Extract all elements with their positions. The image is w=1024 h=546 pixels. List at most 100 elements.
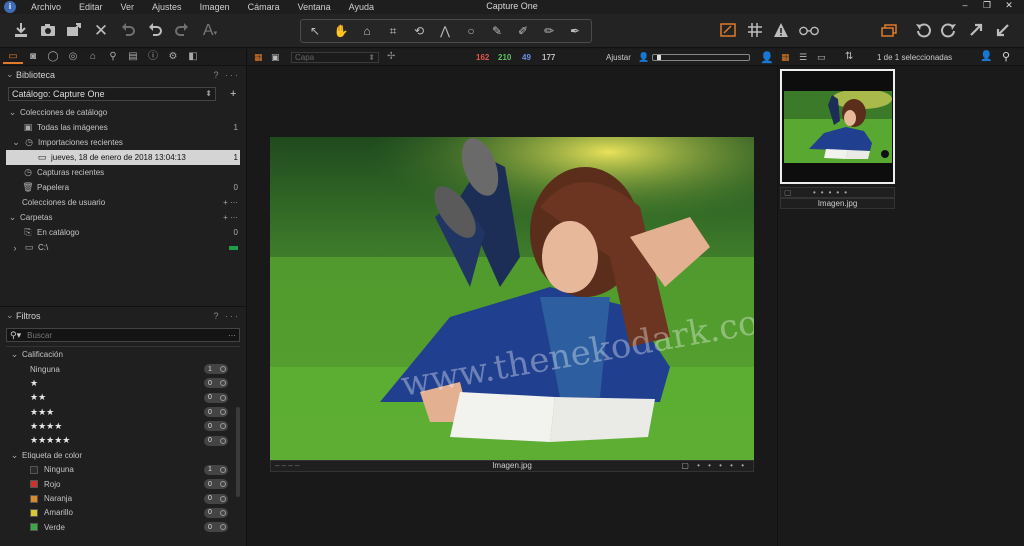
redo-icon[interactable] bbox=[173, 22, 191, 40]
crop-icon[interactable]: ⌗ bbox=[385, 23, 401, 39]
collection-trash[interactable]: 🗑 Papelera 0 bbox=[0, 180, 246, 195]
rotate-undo-icon[interactable] bbox=[119, 22, 137, 40]
menu-editar[interactable]: Editar bbox=[70, 2, 112, 12]
rating-dashes[interactable]: – – – – bbox=[275, 461, 299, 471]
search-icon[interactable]: ⚲ bbox=[1002, 50, 1010, 63]
output-icon[interactable]: ◧ bbox=[183, 50, 203, 64]
main-photo[interactable]: www.thenekodark.com bbox=[270, 137, 754, 460]
export-icon[interactable] bbox=[65, 22, 83, 40]
checkbox-icon[interactable]: ▢ bbox=[784, 188, 792, 197]
rotate-icon[interactable]: ⟲ bbox=[411, 23, 427, 39]
warning-icon[interactable] bbox=[772, 22, 790, 40]
collapse-icon[interactable] bbox=[994, 22, 1012, 40]
thumbnail-frame[interactable] bbox=[780, 69, 895, 184]
star-rating-dots[interactable]: ••••• bbox=[813, 188, 852, 197]
collection-recent-captures[interactable]: ◷ Capturas recientes bbox=[0, 165, 246, 180]
zoom-slider-thumb[interactable] bbox=[657, 55, 661, 60]
more-icon[interactable]: ··· bbox=[228, 331, 236, 340]
filter-count-toggle[interactable]: 0 bbox=[204, 378, 228, 389]
color-label-row[interactable]: Naranja 0 bbox=[0, 491, 246, 505]
thumbnail-image[interactable] bbox=[784, 91, 892, 163]
color-label-row[interactable]: Ninguna 1 bbox=[0, 463, 246, 477]
folder-icon[interactable]: ▭ bbox=[3, 50, 23, 64]
settings-icon[interactable]: ⚙ bbox=[163, 50, 183, 64]
brush-icon[interactable]: ✎ bbox=[489, 23, 505, 39]
loupe-icon[interactable]: ⌂ bbox=[359, 23, 375, 39]
catalog-collections-header[interactable]: ⌄ Colecciones de catálogo bbox=[0, 105, 246, 120]
add-folder-icon[interactable]: + ··· bbox=[223, 213, 238, 222]
panel-menu-icon[interactable]: ? ··· bbox=[214, 70, 241, 80]
multi-view-icon[interactable]: ▦ bbox=[254, 52, 263, 63]
chevron-right-icon[interactable]: › bbox=[10, 243, 20, 253]
rating-row[interactable]: ★★★ 0 bbox=[0, 405, 246, 419]
spot-icon[interactable]: ○ bbox=[463, 23, 479, 39]
color-label-filter-header[interactable]: ⌄ Etiqueta de color bbox=[0, 448, 246, 463]
collection-import-date[interactable]: ▭ jueves, 18 de enero de 2018 13:04:13 1 bbox=[6, 150, 240, 165]
text-icon[interactable]: A▾ bbox=[201, 22, 219, 40]
library-panel-header[interactable]: ⌄ Biblioteca ? ··· bbox=[0, 66, 246, 83]
menu-ayuda[interactable]: Ayuda bbox=[340, 2, 383, 12]
info-icon[interactable]: ▤ bbox=[123, 50, 143, 64]
filter-count-toggle[interactable]: 0 bbox=[204, 407, 228, 418]
rating-row[interactable]: ★ 0 bbox=[0, 376, 246, 390]
panel-menu-icon[interactable]: ? ··· bbox=[214, 311, 241, 321]
stack-icon[interactable] bbox=[880, 22, 898, 40]
filter-search-input[interactable]: ⚲▾ Buscar ··· bbox=[6, 328, 240, 342]
menu-imagen[interactable]: Imagen bbox=[191, 2, 239, 12]
layer-select[interactable]: Capa ⬍ bbox=[291, 52, 379, 63]
undo-icon[interactable] bbox=[146, 22, 164, 40]
image-viewer[interactable]: www.thenekodark.com – – – – Imagen.jpg ▢… bbox=[248, 66, 776, 546]
user-icon[interactable]: 👤 bbox=[980, 51, 992, 62]
user-collections-header[interactable]: Colecciones de usuario + ··· bbox=[0, 195, 246, 210]
grid-icon[interactable] bbox=[746, 22, 764, 40]
zoom-slider[interactable] bbox=[652, 54, 750, 61]
filter-count-toggle[interactable]: 0 bbox=[204, 392, 228, 403]
expand-icon[interactable] bbox=[967, 22, 985, 40]
folder-in-catalog[interactable]: ⎘ En catálogo 0 bbox=[0, 225, 246, 240]
close-icon[interactable]: ✕ bbox=[998, 0, 1020, 11]
menu-archivo[interactable]: Archivo bbox=[22, 2, 70, 12]
list-view-icon[interactable]: ☰ bbox=[799, 52, 807, 63]
lens-icon[interactable]: ◯ bbox=[43, 50, 63, 64]
pan-icon[interactable]: ✋ bbox=[333, 23, 349, 39]
filmstrip-view-icon[interactable]: ▭ bbox=[817, 52, 826, 63]
filter-count-toggle[interactable]: 0 bbox=[204, 435, 228, 446]
filter-count-toggle[interactable]: 0 bbox=[204, 507, 228, 518]
rotate-left-icon[interactable] bbox=[914, 22, 932, 40]
erase-icon[interactable]: ✐ bbox=[515, 23, 531, 39]
pick-color-icon[interactable]: ✒ bbox=[567, 23, 583, 39]
menu-camara[interactable]: Cámara bbox=[239, 2, 289, 12]
camera-icon[interactable]: ◙ bbox=[23, 50, 43, 64]
exposure-icon[interactable]: ⌂ bbox=[83, 50, 103, 64]
camera-capture-icon[interactable] bbox=[39, 22, 57, 40]
catalog-select[interactable]: Catálogo: Capture One ⬍ bbox=[8, 87, 216, 101]
menu-ver[interactable]: Ver bbox=[112, 2, 144, 12]
color-icon[interactable]: ◎ bbox=[63, 50, 83, 64]
filter-count-toggle[interactable]: 0 bbox=[204, 479, 228, 490]
folders-header[interactable]: ⌄ Carpetas + ··· bbox=[0, 210, 246, 225]
folder-c-drive[interactable]: › ▭ C:\ bbox=[0, 240, 246, 255]
minimize-icon[interactable]: – bbox=[954, 0, 976, 11]
filter-count-toggle[interactable]: 0 bbox=[204, 493, 228, 504]
single-view-icon[interactable]: ▣ bbox=[271, 52, 280, 63]
rating-row[interactable]: ★★★★★ 0 bbox=[0, 433, 246, 447]
collection-all-images[interactable]: ▣ Todas las imágenes 1 bbox=[0, 120, 246, 135]
gradient-icon[interactable]: ✏ bbox=[541, 23, 557, 39]
filters-panel-header[interactable]: ⌄ Filtros ? ··· bbox=[0, 307, 246, 324]
delete-icon[interactable]: ✕ bbox=[92, 22, 110, 40]
adjust-icon[interactable]: ⓘ bbox=[143, 50, 163, 64]
select-icon[interactable]: ↖ bbox=[307, 23, 323, 39]
add-layer-icon[interactable]: ✢ bbox=[387, 51, 395, 62]
rotate-right-icon[interactable] bbox=[940, 22, 958, 40]
zoom-fit-label[interactable]: Ajustar bbox=[606, 53, 631, 62]
color-label-row[interactable]: Amarillo 0 bbox=[0, 506, 246, 520]
star-rating-dots[interactable]: ▢ • • • • • bbox=[681, 461, 747, 471]
rating-row[interactable]: ★★ 0 bbox=[0, 391, 246, 405]
color-label-row[interactable]: Rojo 0 bbox=[0, 477, 246, 491]
menu-ajustes[interactable]: Ajustes bbox=[143, 2, 191, 12]
app-info-icon[interactable]: i bbox=[4, 1, 16, 13]
add-catalog-icon[interactable]: + bbox=[230, 88, 236, 100]
filter-count-toggle[interactable]: 1 bbox=[204, 364, 228, 375]
restore-icon[interactable]: ❐ bbox=[976, 0, 998, 11]
glasses-icon[interactable] bbox=[797, 22, 821, 40]
